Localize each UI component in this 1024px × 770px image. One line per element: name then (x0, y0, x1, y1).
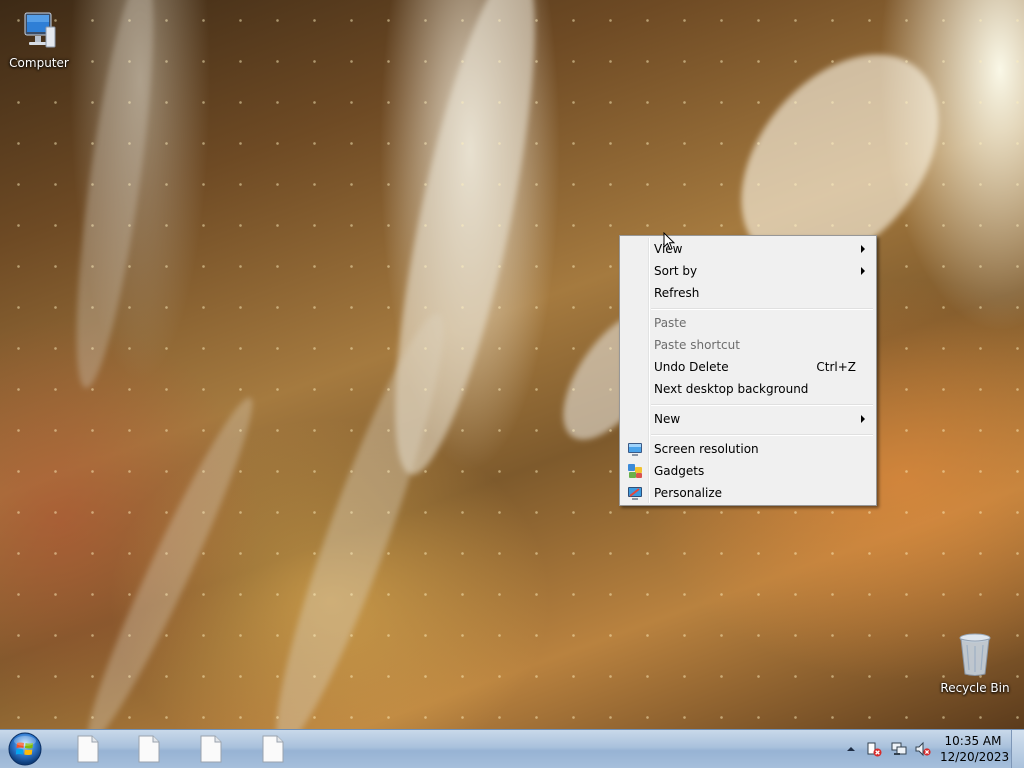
start-button[interactable] (6, 731, 44, 767)
file-icon (138, 735, 160, 763)
menu-item-label: Paste (654, 316, 687, 330)
menu-item-label: Refresh (654, 286, 700, 300)
desktop-icon-recycle-bin[interactable]: Recycle Bin (937, 630, 1013, 695)
show-desktop-button[interactable] (1011, 730, 1024, 768)
menu-item-refresh[interactable]: Refresh (622, 282, 874, 304)
file-icon (200, 735, 222, 763)
computer-icon (24, 12, 56, 48)
taskbar-file-button[interactable] (73, 734, 103, 764)
menu-item-paste-shortcut[interactable]: Paste shortcut (622, 334, 874, 356)
menu-item-personalize[interactable]: Personalize (622, 482, 874, 504)
menu-item-undo-delete[interactable]: Undo Delete Ctrl+Z (622, 356, 874, 378)
show-hidden-icons-icon[interactable] (843, 741, 859, 757)
menu-item-shortcut: Ctrl+Z (816, 360, 856, 374)
menu-item-next-desktop-background[interactable]: Next desktop background (622, 378, 874, 400)
menu-separator (651, 308, 873, 310)
clock-time: 10:35 AM (944, 734, 1002, 748)
taskbar-file-button[interactable] (134, 734, 164, 764)
menu-item-screen-resolution[interactable]: Screen resolution (622, 438, 874, 460)
menu-item-view[interactable]: View (622, 238, 874, 260)
clock-date: 12/20/2023 (940, 750, 1010, 764)
menu-item-paste[interactable]: Paste (622, 312, 874, 334)
menu-item-label: Personalize (654, 486, 723, 500)
desktop-icon-label: Computer (9, 56, 69, 70)
taskbar-file-button[interactable] (196, 734, 226, 764)
submenu-arrow-icon (861, 415, 865, 423)
submenu-arrow-icon (861, 245, 865, 253)
volume-muted-icon[interactable] (915, 741, 931, 757)
taskbar-file-button[interactable] (258, 734, 288, 764)
menu-separator (651, 404, 873, 406)
action-center-icon[interactable] (866, 741, 882, 757)
menu-item-label: New (654, 412, 681, 426)
desktop-icon-label: Recycle Bin (940, 681, 1010, 695)
menu-item-label: Undo Delete (654, 360, 729, 374)
menu-item-sort-by[interactable]: Sort by (622, 260, 874, 282)
menu-separator (651, 434, 873, 436)
taskbar-clock[interactable]: 10:35 AM 12/20/2023 (940, 733, 1010, 765)
recycle-bin-icon (959, 633, 991, 676)
personalize-icon (628, 487, 642, 500)
menu-item-label: Next desktop background (654, 382, 809, 396)
menu-item-gadgets[interactable]: Gadgets (622, 460, 874, 482)
windows-orb-icon (8, 732, 42, 766)
menu-item-label: Sort by (654, 264, 698, 278)
menu-item-label: Gadgets (654, 464, 705, 478)
file-icon (77, 735, 99, 763)
gadgets-icon (628, 464, 642, 478)
menu-item-label: Paste shortcut (654, 338, 740, 352)
menu-item-label: Screen resolution (654, 442, 759, 456)
taskbar: 10:35 AM 12/20/2023 (0, 729, 1024, 768)
mouse-cursor-icon (663, 232, 675, 251)
screen-resolution-icon (628, 443, 642, 456)
file-icon (262, 735, 284, 763)
desktop-icon-computer[interactable]: Computer (1, 9, 77, 70)
submenu-arrow-icon (861, 267, 865, 275)
desktop-context-menu: View Sort by Refresh Paste Paste shortcu… (619, 235, 877, 506)
menu-item-new[interactable]: New (622, 408, 874, 430)
network-icon[interactable] (891, 741, 907, 757)
